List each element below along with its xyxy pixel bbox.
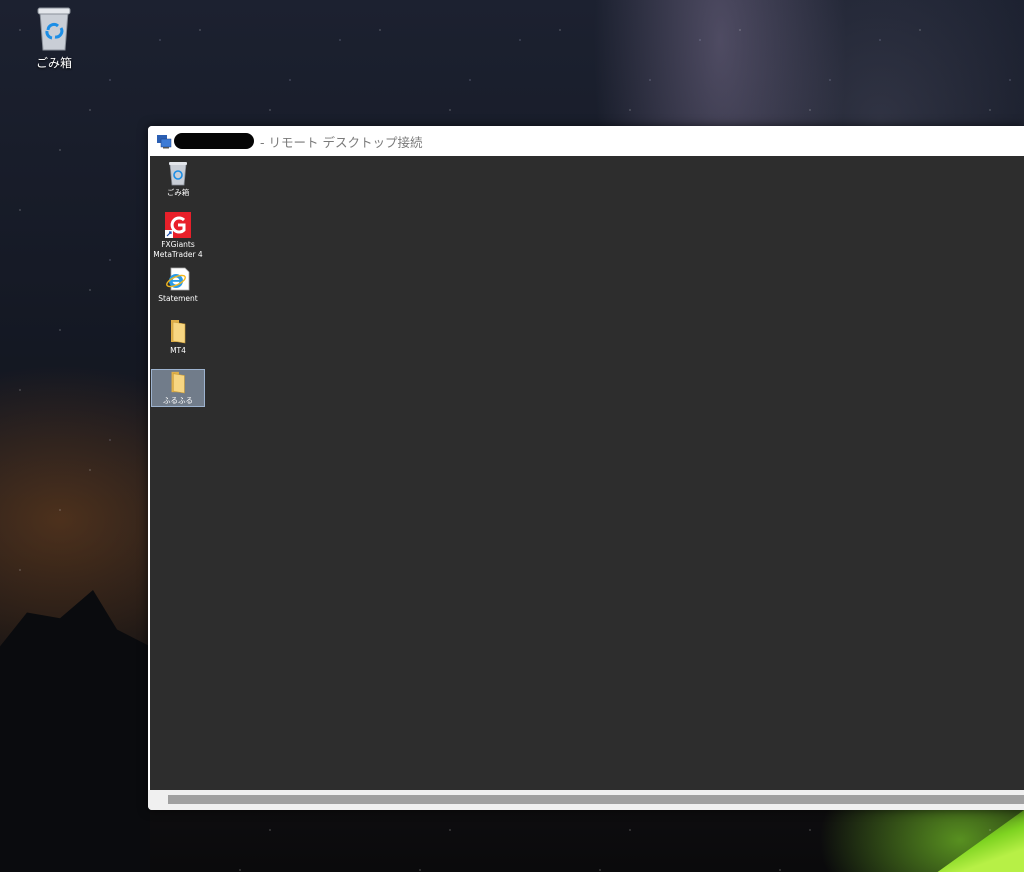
folder-icon [171, 320, 186, 344]
scroll-left-button[interactable] [150, 795, 164, 805]
mt4-folder-label: MT4 [170, 346, 186, 355]
remote-desktop-window[interactable]: - リモート デスクトップ接続 ごみ箱 FXGiants MetaTrader … [148, 126, 1024, 810]
recycle-bin-icon [37, 7, 71, 51]
furufuru-folder-label: ふるふる [163, 396, 193, 405]
remote-desktop-area[interactable]: ごみ箱 FXGiants MetaTrader 4 Statement MT4 … [150, 156, 1024, 790]
window-titlebar[interactable]: - リモート デスクトップ接続 [148, 126, 1024, 156]
internet-explorer-icon [166, 267, 190, 291]
mt4-folder[interactable]: MT4 [152, 318, 204, 356]
recycle-bin-icon [169, 162, 187, 186]
fxgiants-label-line2: MetaTrader 4 [153, 250, 203, 259]
scrollbar-thumb[interactable] [168, 795, 1024, 804]
title-redaction [174, 133, 254, 149]
remote-recycle-bin[interactable]: ごみ箱 [152, 160, 204, 198]
fxgiants-metatrader-shortcut[interactable]: FXGiants MetaTrader 4 [152, 212, 204, 260]
fxgiants-label-line1: FXGiants [161, 240, 195, 249]
host-recycle-bin-label: ごみ箱 [35, 56, 72, 70]
fxgiants-mt4-icon [165, 212, 191, 238]
furufuru-folder[interactable]: ふるふる [151, 369, 205, 407]
window-title: - リモート デスクトップ接続 [260, 134, 423, 150]
host-recycle-bin[interactable]: ごみ箱 [26, 4, 82, 71]
statement-label: Statement [158, 294, 198, 303]
remote-recycle-bin-label: ごみ箱 [166, 188, 190, 197]
horizontal-scrollbar[interactable] [148, 790, 1024, 810]
statement-file[interactable]: Statement [152, 266, 204, 304]
folder-icon [171, 371, 185, 394]
remote-desktop-icon [157, 135, 172, 149]
